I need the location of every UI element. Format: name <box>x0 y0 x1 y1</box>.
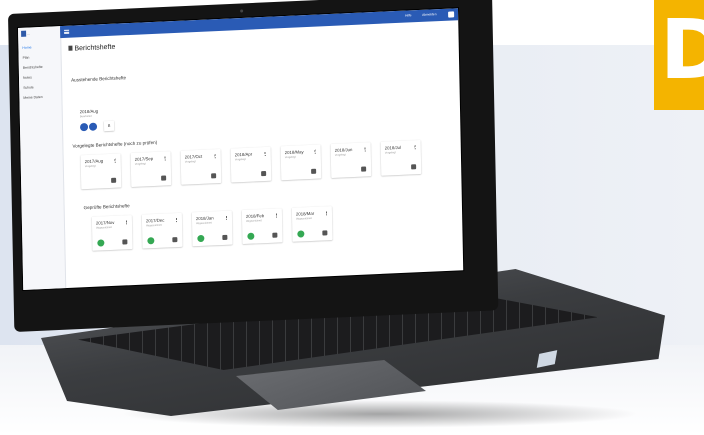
report-card-title: 2018/Mar <box>295 210 315 217</box>
approved-check-icon <box>147 237 155 245</box>
approved-check-icon <box>247 232 255 240</box>
page-title: Berichtshefte <box>68 44 115 53</box>
report-card[interactable]: 2018/Feb Abgezeichnet <box>241 208 283 245</box>
app-logo: ... <box>21 29 57 41</box>
report-card[interactable]: 2017/Sep Vorgelegt <box>130 151 172 188</box>
report-card-title: 2018/Jul <box>384 144 402 151</box>
menu-icon[interactable] <box>64 29 70 34</box>
report-card[interactable]: 2017/Aug Vorgelegt <box>80 153 122 190</box>
print-icon[interactable] <box>161 175 167 181</box>
section-submitted-title: Vorgelegte Berichtshefte (noch zu prüfen… <box>72 139 158 149</box>
sidebar: ... Home Plan Berichtshefte Notes Schule… <box>18 26 67 290</box>
help-link[interactable]: Hilfe <box>405 13 411 17</box>
report-card-status: Vorgelegt <box>334 153 346 157</box>
print-icon[interactable] <box>211 173 217 179</box>
print-icon[interactable] <box>222 234 228 240</box>
open-report-title: 2018/Aug <box>79 108 99 115</box>
laptop-screen: ... Home Plan Berichtshefte Notes Schule… <box>18 7 484 328</box>
open-report-status: Bearbeitet <box>79 114 92 119</box>
report-card-status: Abgezeichnet <box>246 219 262 223</box>
more-options-icon[interactable] <box>125 220 129 225</box>
report-card[interactable]: 2018/Mar Abgezeichnet <box>291 206 333 242</box>
report-card-title: 2018/Jun <box>334 147 353 153</box>
print-icon[interactable] <box>361 166 367 172</box>
report-card-status: Vorgelegt <box>284 155 296 160</box>
sidebar-item-plan[interactable]: Plan <box>23 56 30 60</box>
report-card-title: 2017/Nov <box>95 219 115 226</box>
report-card[interactable]: 2017/Nov Abgezeichnet <box>91 215 133 251</box>
more-options-icon[interactable] <box>364 147 367 152</box>
report-card-title: 2018/Feb <box>245 213 265 219</box>
report-card-status: Vorgelegt <box>84 164 96 169</box>
report-card-title: 2017/Oct <box>184 153 203 160</box>
report-card[interactable]: 2017/Dec Abgezeichnet <box>141 212 183 249</box>
app-screen: ... Home Plan Berichtshefte Notes Schule… <box>18 8 464 290</box>
more-options-icon[interactable] <box>214 154 217 159</box>
report-card-status: Vorgelegt <box>384 151 396 155</box>
report-card-status: Vorgelegt <box>134 162 146 166</box>
section-checked-title: Geprüfte Berichtshefte <box>83 203 130 211</box>
approved-check-icon <box>97 239 105 247</box>
more-options-icon[interactable] <box>325 211 329 216</box>
report-card-status: Abgezeichnet <box>196 221 212 226</box>
more-options-icon[interactable] <box>414 145 417 150</box>
report-card[interactable]: 2018/May Vorgelegt <box>280 144 322 181</box>
approved-check-icon <box>197 234 205 243</box>
more-options-icon[interactable] <box>314 149 317 154</box>
edit-button[interactable] <box>79 122 89 132</box>
print-icon[interactable] <box>261 170 267 177</box>
report-card-status: Abgezeichnet <box>296 216 312 221</box>
approved-check-icon <box>297 230 305 238</box>
print-icon[interactable] <box>411 164 417 170</box>
open-report-card[interactable]: 2018/Aug Bearbeitet B <box>80 107 127 139</box>
sidebar-item-meine-daten[interactable]: Meine Daten <box>23 95 42 100</box>
report-card-title: 2018/Apr <box>234 151 253 158</box>
more-options-icon[interactable] <box>264 151 267 157</box>
laptop: ... Home Plan Berichtshefte Notes Schule… <box>0 0 704 435</box>
section-open-title: Ausstehende Berichtshefte <box>71 75 127 83</box>
webcam <box>240 9 244 13</box>
sidebar-item-notes[interactable]: Notes <box>23 75 32 79</box>
more-options-icon[interactable] <box>275 213 279 218</box>
sidebar-item-schule[interactable]: Schule <box>23 85 33 89</box>
print-icon[interactable] <box>111 177 117 183</box>
print-icon[interactable] <box>311 168 317 174</box>
print-icon[interactable] <box>322 230 328 236</box>
report-card[interactable]: 2018/Jan Abgezeichnet <box>191 210 233 247</box>
print-icon[interactable] <box>272 232 278 238</box>
report-card-title: 2018/May <box>284 149 304 156</box>
document-icon <box>68 45 73 51</box>
print-icon[interactable] <box>172 237 178 243</box>
report-card-title: 2017/Dec <box>145 217 165 224</box>
more-options-icon[interactable] <box>175 217 179 223</box>
user-icon[interactable] <box>448 11 455 18</box>
report-card-status: Abgezeichnet <box>96 225 112 230</box>
more-options-icon[interactable] <box>225 215 229 220</box>
report-card-title: 2017/Aug <box>84 158 104 165</box>
more-options-icon[interactable] <box>164 156 167 161</box>
sidebar-item-home[interactable]: Home <box>22 45 31 49</box>
report-card-title: 2018/Jan <box>195 215 214 222</box>
report-card[interactable]: 2018/Apr Vorgelegt <box>230 146 272 183</box>
report-card[interactable]: 2017/Oct Vorgelegt <box>180 149 222 185</box>
submit-button[interactable] <box>88 122 98 131</box>
more-options-icon[interactable] <box>114 158 117 163</box>
report-card[interactable]: 2018/Jul Vorgelegt <box>380 140 422 176</box>
view-button[interactable]: B <box>103 120 115 132</box>
report-card-status: Abgezeichnet <box>146 223 162 228</box>
print-icon[interactable] <box>122 239 128 245</box>
report-card[interactable]: 2018/Jun Vorgelegt <box>330 142 372 179</box>
report-card-status: Vorgelegt <box>184 160 196 164</box>
logout-link[interactable]: Abmelden <box>422 12 436 17</box>
report-card-title: 2017/Sep <box>134 156 154 162</box>
report-card-status: Vorgelegt <box>234 157 246 162</box>
sidebar-item-berichtshefte[interactable]: Berichtshefte <box>23 65 43 70</box>
